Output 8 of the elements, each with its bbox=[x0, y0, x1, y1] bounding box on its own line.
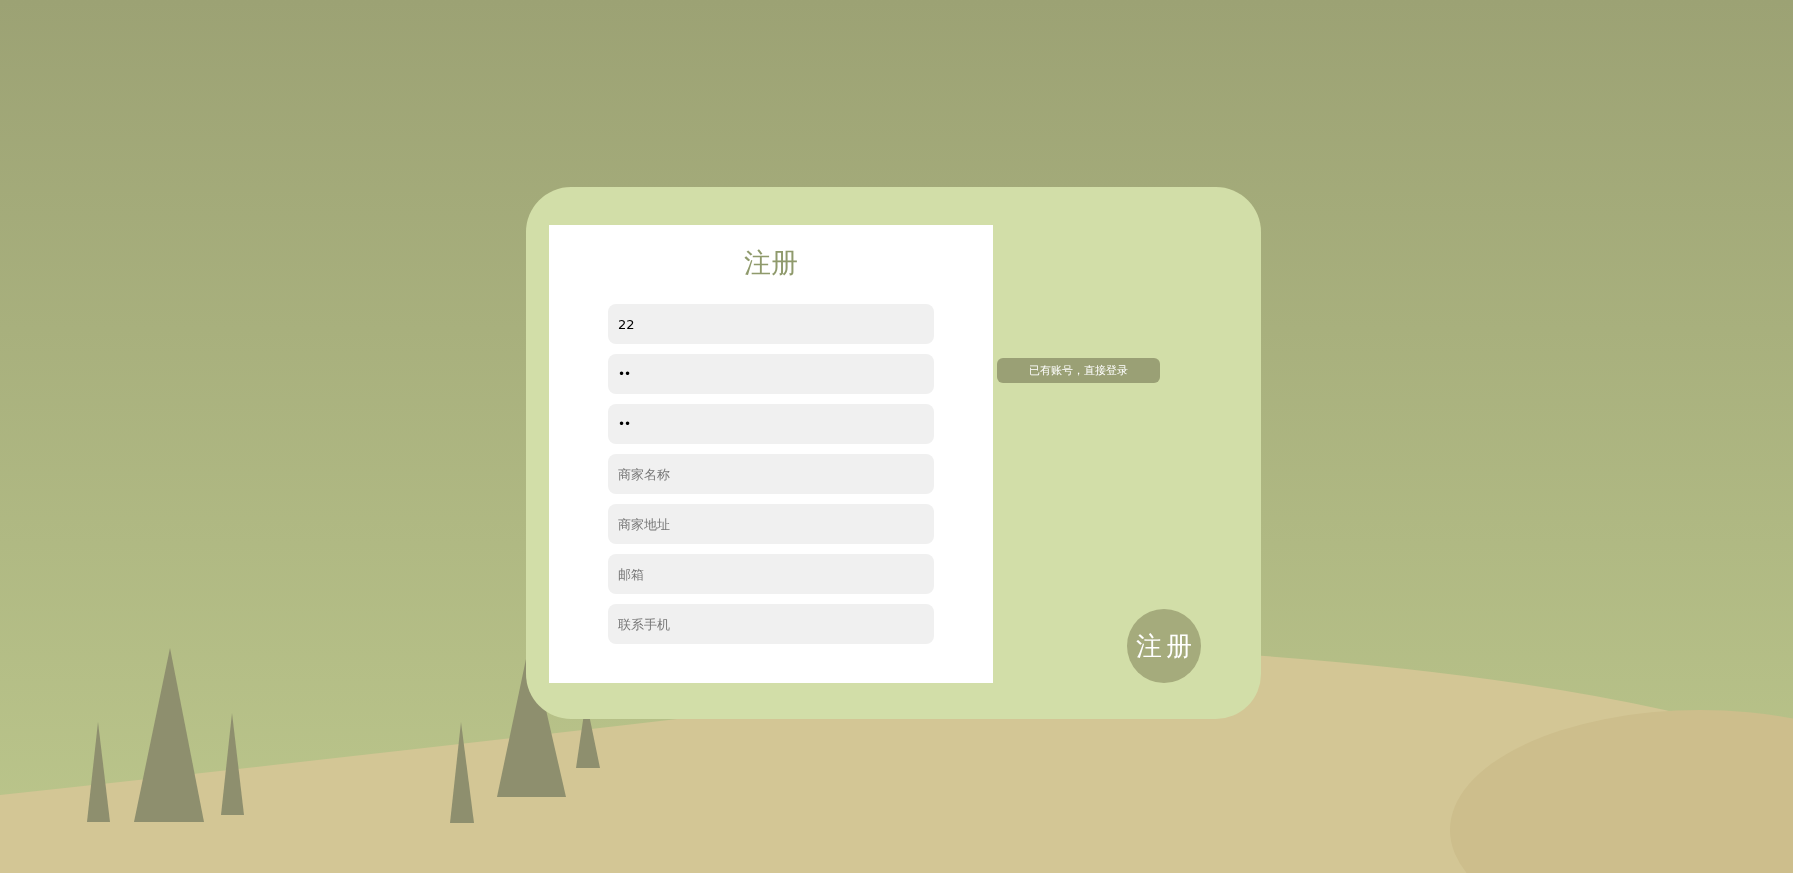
input-field[interactable]: •• bbox=[608, 404, 934, 444]
input-field[interactable]: 联系手机 bbox=[608, 604, 934, 644]
input-field[interactable]: 邮箱 bbox=[608, 554, 934, 594]
form-title: 注册 bbox=[744, 247, 798, 279]
input-field[interactable]: •• bbox=[608, 354, 934, 394]
input-field[interactable]: 商家地址 bbox=[608, 504, 934, 544]
input-field[interactable]: 商家名称 bbox=[608, 454, 934, 494]
input-field[interactable]: 22 bbox=[608, 304, 934, 344]
